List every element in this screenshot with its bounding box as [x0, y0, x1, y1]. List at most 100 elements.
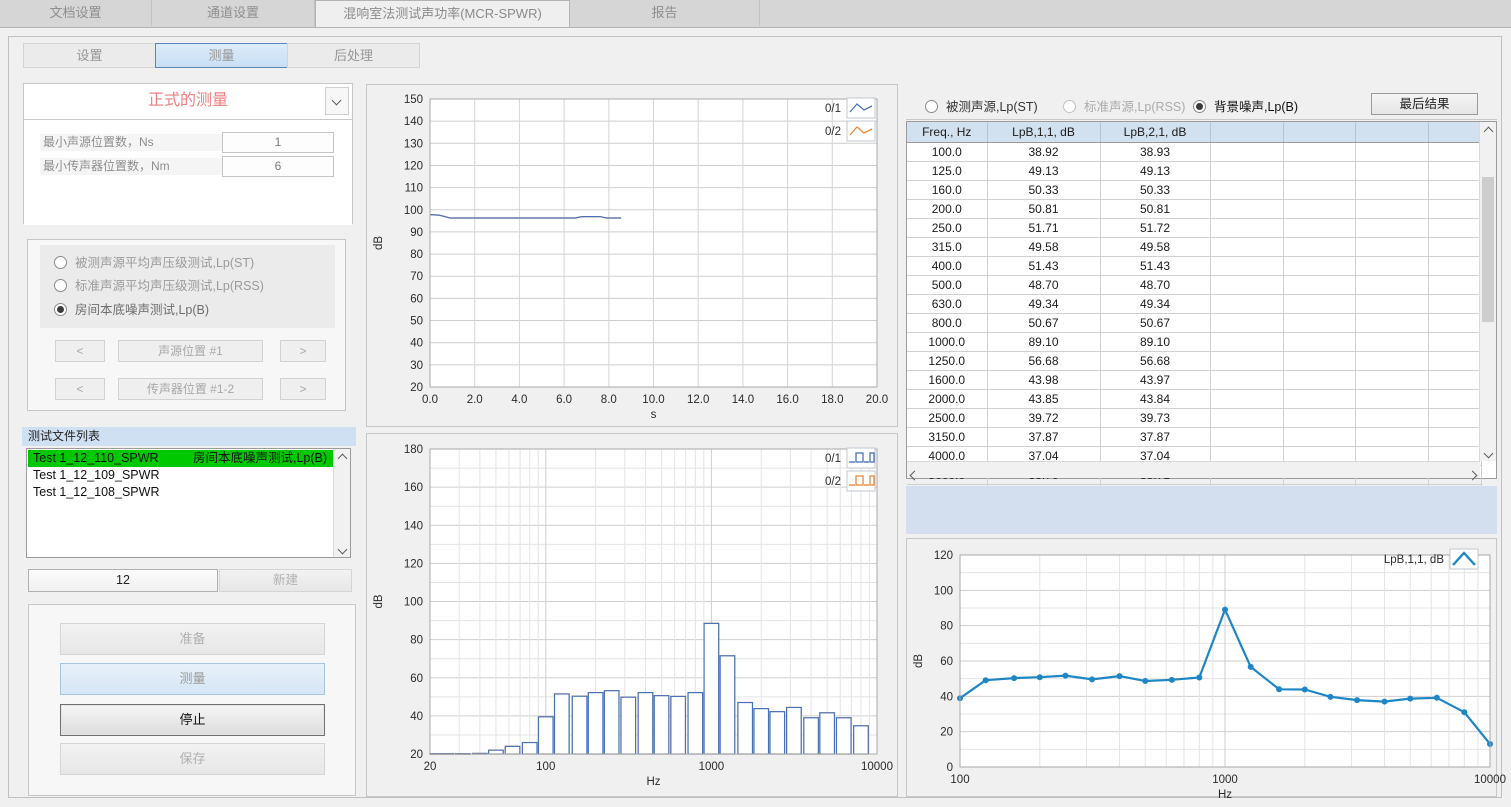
table-cell[interactable]: 51.72 [1100, 219, 1210, 238]
tab-mcr-spwr[interactable]: 混响室法测试声功率(MCR-SPWR) [315, 0, 570, 27]
table-cell[interactable] [1355, 409, 1428, 428]
table-cell[interactable]: 630.0 [907, 295, 987, 314]
table-cell[interactable] [1428, 390, 1481, 409]
table-cell[interactable] [1428, 409, 1481, 428]
table-cell[interactable]: 49.58 [1100, 238, 1210, 257]
table-cell[interactable] [1283, 276, 1355, 295]
min-source-positions-value[interactable]: 1 [222, 132, 334, 153]
table-cell[interactable]: 48.70 [1100, 276, 1210, 295]
table-cell[interactable] [1428, 238, 1481, 257]
scroll-left-icon[interactable] [911, 466, 918, 484]
table-cell[interactable] [1355, 219, 1428, 238]
table-cell[interactable]: 250.0 [907, 219, 987, 238]
table-cell[interactable]: 2000.0 [907, 390, 987, 409]
table-cell[interactable] [1355, 390, 1428, 409]
table-cell[interactable] [1428, 371, 1481, 390]
table-cell[interactable] [1283, 181, 1355, 200]
file-list-item[interactable]: Test 1_12_108_SPWR [28, 484, 333, 501]
vscroll-thumb[interactable] [1482, 177, 1494, 322]
radio-icon[interactable] [54, 279, 67, 292]
table-cell[interactable] [1210, 371, 1283, 390]
file-list-item[interactable]: Test 1_12_110_SPWR房间本底噪声测试,Lp(B) [28, 450, 333, 467]
table-cell[interactable]: 39.72 [987, 409, 1100, 428]
table-cell[interactable]: 43.98 [987, 371, 1100, 390]
table-cell[interactable]: 315.0 [907, 238, 987, 257]
measure-button[interactable]: 测量 [60, 663, 325, 695]
radio-option[interactable]: 标准声源平均声压级测试,Lp(RSS) [54, 278, 264, 298]
table-cell[interactable]: 39.73 [1100, 409, 1210, 428]
table-cell[interactable]: 51.71 [987, 219, 1100, 238]
radio-option[interactable]: 被测声源平均声压级测试,Lp(ST) [54, 255, 254, 275]
table-cell[interactable]: 500.0 [907, 276, 987, 295]
table-cell[interactable]: 50.33 [1100, 181, 1210, 200]
table-cell[interactable] [1428, 219, 1481, 238]
tab-report[interactable]: 报告 [570, 0, 760, 26]
table-cell[interactable] [1210, 409, 1283, 428]
table-row[interactable]: 1600.043.9843.97 [907, 371, 1481, 390]
table-header-cell[interactable]: LpB,1,1, dB [987, 122, 1100, 143]
radio-option[interactable]: 背景噪声,Lp(B) [1193, 96, 1298, 116]
radio-option[interactable]: 标准声源,Lp(RSS) [1063, 96, 1185, 116]
table-cell[interactable]: 43.97 [1100, 371, 1210, 390]
table-cell[interactable] [1210, 181, 1283, 200]
table-cell[interactable]: 49.13 [987, 162, 1100, 181]
table-cell[interactable] [1283, 314, 1355, 333]
table-row[interactable]: 160.050.3350.33 [907, 181, 1481, 200]
scroll-down-icon[interactable] [1480, 445, 1496, 460]
new-file-button[interactable]: 新建 [219, 569, 352, 592]
table-cell[interactable] [1283, 352, 1355, 371]
table-cell[interactable]: 160.0 [907, 181, 987, 200]
tab-channel-settings[interactable]: 通道设置 [152, 0, 315, 26]
table-cell[interactable] [1283, 238, 1355, 257]
mic-position-button[interactable]: 传声器位置 #1-2 [118, 378, 263, 400]
table-row[interactable]: 2500.039.7239.73 [907, 409, 1481, 428]
table-cell[interactable]: 50.33 [987, 181, 1100, 200]
mic-position-prev-button[interactable]: < [55, 378, 105, 400]
table-cell[interactable]: 100.0 [907, 143, 987, 162]
scroll-up-icon[interactable] [334, 450, 350, 465]
table-row[interactable]: 400.051.4351.43 [907, 257, 1481, 276]
table-cell[interactable] [1283, 333, 1355, 352]
table-cell[interactable] [1355, 371, 1428, 390]
table-cell[interactable]: 37.87 [1100, 428, 1210, 447]
radio-option[interactable]: 被测声源,Lp(ST) [925, 96, 1038, 116]
table-cell[interactable]: 1000.0 [907, 333, 987, 352]
table-cell[interactable] [1428, 143, 1481, 162]
table-cell[interactable] [1210, 238, 1283, 257]
table-cell[interactable] [1210, 219, 1283, 238]
table-cell[interactable]: 50.81 [1100, 200, 1210, 219]
radio-icon[interactable] [1193, 100, 1206, 113]
table-cell[interactable]: 56.68 [987, 352, 1100, 371]
file-list-scrollbar[interactable] [333, 449, 350, 557]
table-row[interactable]: 1250.056.6856.68 [907, 352, 1481, 371]
table-cell[interactable] [1283, 371, 1355, 390]
table-cell[interactable] [1283, 143, 1355, 162]
table-cell[interactable] [1355, 181, 1428, 200]
scroll-right-icon[interactable] [1469, 466, 1476, 484]
table-cell[interactable] [1428, 428, 1481, 447]
table-cell[interactable]: 49.34 [987, 295, 1100, 314]
table-cell[interactable]: 49.58 [987, 238, 1100, 257]
table-cell[interactable]: 2500.0 [907, 409, 987, 428]
radio-icon[interactable] [54, 303, 67, 316]
table-cell[interactable]: 1250.0 [907, 352, 987, 371]
table-cell[interactable] [1428, 295, 1481, 314]
table-cell[interactable] [1355, 257, 1428, 276]
table-header-cell[interactable] [1210, 122, 1283, 143]
table-cell[interactable]: 400.0 [907, 257, 987, 276]
subtab-settings[interactable]: 设置 [23, 43, 156, 68]
table-cell[interactable] [1355, 200, 1428, 219]
table-cell[interactable] [1210, 276, 1283, 295]
table-row[interactable]: 100.038.9238.93 [907, 143, 1481, 162]
table-cell[interactable]: 50.67 [1100, 314, 1210, 333]
table-cell[interactable] [1210, 333, 1283, 352]
table-cell[interactable] [1428, 352, 1481, 371]
table-cell[interactable] [1210, 314, 1283, 333]
table-cell[interactable]: 56.68 [1100, 352, 1210, 371]
subtab-postprocess[interactable]: 后处理 [287, 43, 420, 68]
table-cell[interactable]: 51.43 [1100, 257, 1210, 276]
scroll-down-icon[interactable] [334, 541, 350, 556]
table-row[interactable]: 315.049.5849.58 [907, 238, 1481, 257]
table-header-cell[interactable] [1355, 122, 1428, 143]
file-count-button[interactable]: 12 [28, 569, 218, 592]
